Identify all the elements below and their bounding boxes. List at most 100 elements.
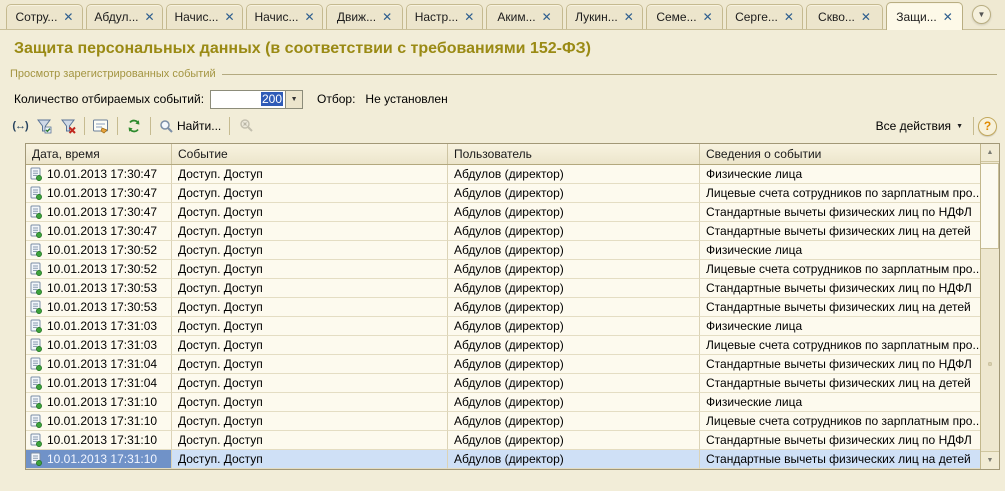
tab-close-icon[interactable]: ✕ (224, 11, 234, 23)
cell-datetime[interactable]: 10.01.2013 17:31:10 (26, 431, 172, 450)
column-header-user[interactable]: Пользователь (448, 144, 700, 164)
tab-close-icon[interactable]: ✕ (624, 11, 634, 23)
cell-event[interactable]: Доступ. Доступ (172, 317, 448, 336)
cell-user[interactable]: Абдулов (директор) (448, 184, 700, 203)
window-tab[interactable]: Начис... ✕ (246, 4, 323, 29)
tab-overflow-button[interactable]: ▼ (972, 5, 991, 24)
cell-event[interactable]: Доступ. Доступ (172, 336, 448, 355)
table-row[interactable]: 10.01.2013 17:30:53 Доступ. Доступ Абдул… (26, 298, 980, 317)
tab-close-icon[interactable]: ✕ (703, 11, 713, 23)
window-tab[interactable]: Лукин... ✕ (566, 4, 643, 29)
cell-details[interactable]: Лицевые счета сотрудников по зарплатным … (700, 336, 980, 355)
window-tab[interactable]: Аким... ✕ (486, 4, 563, 29)
cell-user[interactable]: Абдулов (директор) (448, 317, 700, 336)
tab-close-icon[interactable]: ✕ (145, 11, 155, 23)
cell-details[interactable]: Стандартные вычеты физических лиц на дет… (700, 450, 980, 469)
scrollbar-thumb[interactable] (981, 163, 999, 249)
cell-user[interactable]: Абдулов (директор) (448, 298, 700, 317)
cell-details[interactable]: Стандартные вычеты физических лиц по НДФ… (700, 355, 980, 374)
cell-datetime[interactable]: 10.01.2013 17:31:10 (26, 412, 172, 431)
tab-close-icon[interactable]: ✕ (784, 11, 794, 23)
cell-user[interactable]: Абдулов (директор) (448, 374, 700, 393)
cell-details[interactable]: Стандартные вычеты физических лиц на дет… (700, 374, 980, 393)
set-interval-button[interactable]: (↔) (8, 115, 32, 137)
cell-user[interactable]: Абдулов (директор) (448, 412, 700, 431)
cell-user[interactable]: Абдулов (директор) (448, 336, 700, 355)
scroll-down-icon[interactable]: ▼ (981, 451, 999, 469)
cell-user[interactable]: Абдулов (директор) (448, 165, 700, 184)
cell-event[interactable]: Доступ. Доступ (172, 241, 448, 260)
cell-details[interactable]: Лицевые счета сотрудников по зарплатным … (700, 412, 980, 431)
cell-details[interactable]: Стандартные вычеты физических лиц на дет… (700, 298, 980, 317)
cell-datetime[interactable]: 10.01.2013 17:30:53 (26, 298, 172, 317)
cell-datetime[interactable]: 10.01.2013 17:30:47 (26, 184, 172, 203)
cell-datetime[interactable]: 10.01.2013 17:31:10 (26, 393, 172, 412)
cell-user[interactable]: Абдулов (директор) (448, 203, 700, 222)
cell-datetime[interactable]: 10.01.2013 17:30:47 (26, 165, 172, 184)
cell-details[interactable]: Стандартные вычеты физических лиц по НДФ… (700, 279, 980, 298)
cell-datetime[interactable]: 10.01.2013 17:31:03 (26, 317, 172, 336)
cancel-search-button[interactable] (234, 115, 258, 137)
open-event-card-button[interactable] (89, 115, 113, 137)
table-row[interactable]: 10.01.2013 17:31:10 Доступ. Доступ Абдул… (26, 393, 980, 412)
cell-event[interactable]: Доступ. Доступ (172, 279, 448, 298)
table-row[interactable]: 10.01.2013 17:30:53 Доступ. Доступ Абдул… (26, 279, 980, 298)
cell-event[interactable]: Доступ. Доступ (172, 260, 448, 279)
cell-details[interactable]: Стандартные вычеты физических лиц по НДФ… (700, 431, 980, 450)
cell-datetime[interactable]: 10.01.2013 17:30:47 (26, 203, 172, 222)
events-count-field[interactable]: 200 ▼ (210, 90, 303, 109)
cell-datetime[interactable]: 10.01.2013 17:31:04 (26, 355, 172, 374)
cell-event[interactable]: Доступ. Доступ (172, 355, 448, 374)
window-tab[interactable]: Абдул... ✕ (86, 4, 163, 29)
cell-user[interactable]: Абдулов (директор) (448, 431, 700, 450)
cell-user[interactable]: Абдулов (директор) (448, 222, 700, 241)
cell-datetime[interactable]: 10.01.2013 17:30:47 (26, 222, 172, 241)
cell-event[interactable]: Доступ. Доступ (172, 165, 448, 184)
scroll-up-icon[interactable]: ▲ (981, 144, 999, 162)
window-tab[interactable]: Настр... ✕ (406, 4, 483, 29)
cell-user[interactable]: Абдулов (директор) (448, 241, 700, 260)
events-count-value[interactable]: 200 (211, 91, 285, 108)
tab-close-icon[interactable]: ✕ (63, 11, 73, 23)
window-tab[interactable]: Семе... ✕ (646, 4, 723, 29)
window-tab[interactable]: Защи... ✕ (886, 2, 963, 30)
cell-event[interactable]: Доступ. Доступ (172, 450, 448, 469)
cell-event[interactable]: Доступ. Доступ (172, 431, 448, 450)
column-header-event[interactable]: Событие (172, 144, 448, 164)
cell-datetime[interactable]: 10.01.2013 17:30:52 (26, 241, 172, 260)
cell-details[interactable]: Лицевые счета сотрудников по зарплатным … (700, 260, 980, 279)
cell-details[interactable]: Физические лица (700, 317, 980, 336)
window-tab[interactable]: Серге... ✕ (726, 4, 803, 29)
set-filter-button[interactable] (32, 115, 56, 137)
column-header-details[interactable]: Сведения о событии (700, 144, 980, 164)
tab-close-icon[interactable]: ✕ (943, 11, 953, 23)
cell-datetime[interactable]: 10.01.2013 17:30:53 (26, 279, 172, 298)
cell-datetime[interactable]: 10.01.2013 17:30:52 (26, 260, 172, 279)
cell-details[interactable]: Стандартные вычеты физических лиц на дет… (700, 222, 980, 241)
cell-user[interactable]: Абдулов (директор) (448, 393, 700, 412)
table-row[interactable]: 10.01.2013 17:30:47 Доступ. Доступ Абдул… (26, 165, 980, 184)
cell-datetime[interactable]: 10.01.2013 17:31:03 (26, 336, 172, 355)
cell-user[interactable]: Абдулов (директор) (448, 260, 700, 279)
cell-event[interactable]: Доступ. Доступ (172, 222, 448, 241)
cell-user[interactable]: Абдулов (директор) (448, 355, 700, 374)
help-button[interactable]: ? (978, 117, 997, 136)
table-row[interactable]: 10.01.2013 17:31:10 Доступ. Доступ Абдул… (26, 431, 980, 450)
cell-event[interactable]: Доступ. Доступ (172, 412, 448, 431)
cell-details[interactable]: Физические лица (700, 165, 980, 184)
tab-close-icon[interactable]: ✕ (304, 11, 314, 23)
cell-datetime[interactable]: 10.01.2013 17:31:04 (26, 374, 172, 393)
window-tab[interactable]: Движ... ✕ (326, 4, 403, 29)
table-row[interactable]: 10.01.2013 17:31:04 Доступ. Доступ Абдул… (26, 374, 980, 393)
cell-user[interactable]: Абдулов (директор) (448, 279, 700, 298)
cell-details[interactable]: Физические лица (700, 393, 980, 412)
all-actions-button[interactable]: Все действия ▼ (870, 115, 969, 137)
column-header-datetime[interactable]: Дата, время (26, 144, 172, 164)
cell-event[interactable]: Доступ. Доступ (172, 203, 448, 222)
table-row[interactable]: 10.01.2013 17:31:03 Доступ. Доступ Абдул… (26, 317, 980, 336)
table-row[interactable]: 10.01.2013 17:30:52 Доступ. Доступ Абдул… (26, 260, 980, 279)
table-row[interactable]: 10.01.2013 17:31:10 Доступ. Доступ Абдул… (26, 450, 980, 469)
cell-event[interactable]: Доступ. Доступ (172, 393, 448, 412)
cell-datetime[interactable]: 10.01.2013 17:31:10 (26, 450, 172, 469)
clear-filter-button[interactable] (56, 115, 80, 137)
